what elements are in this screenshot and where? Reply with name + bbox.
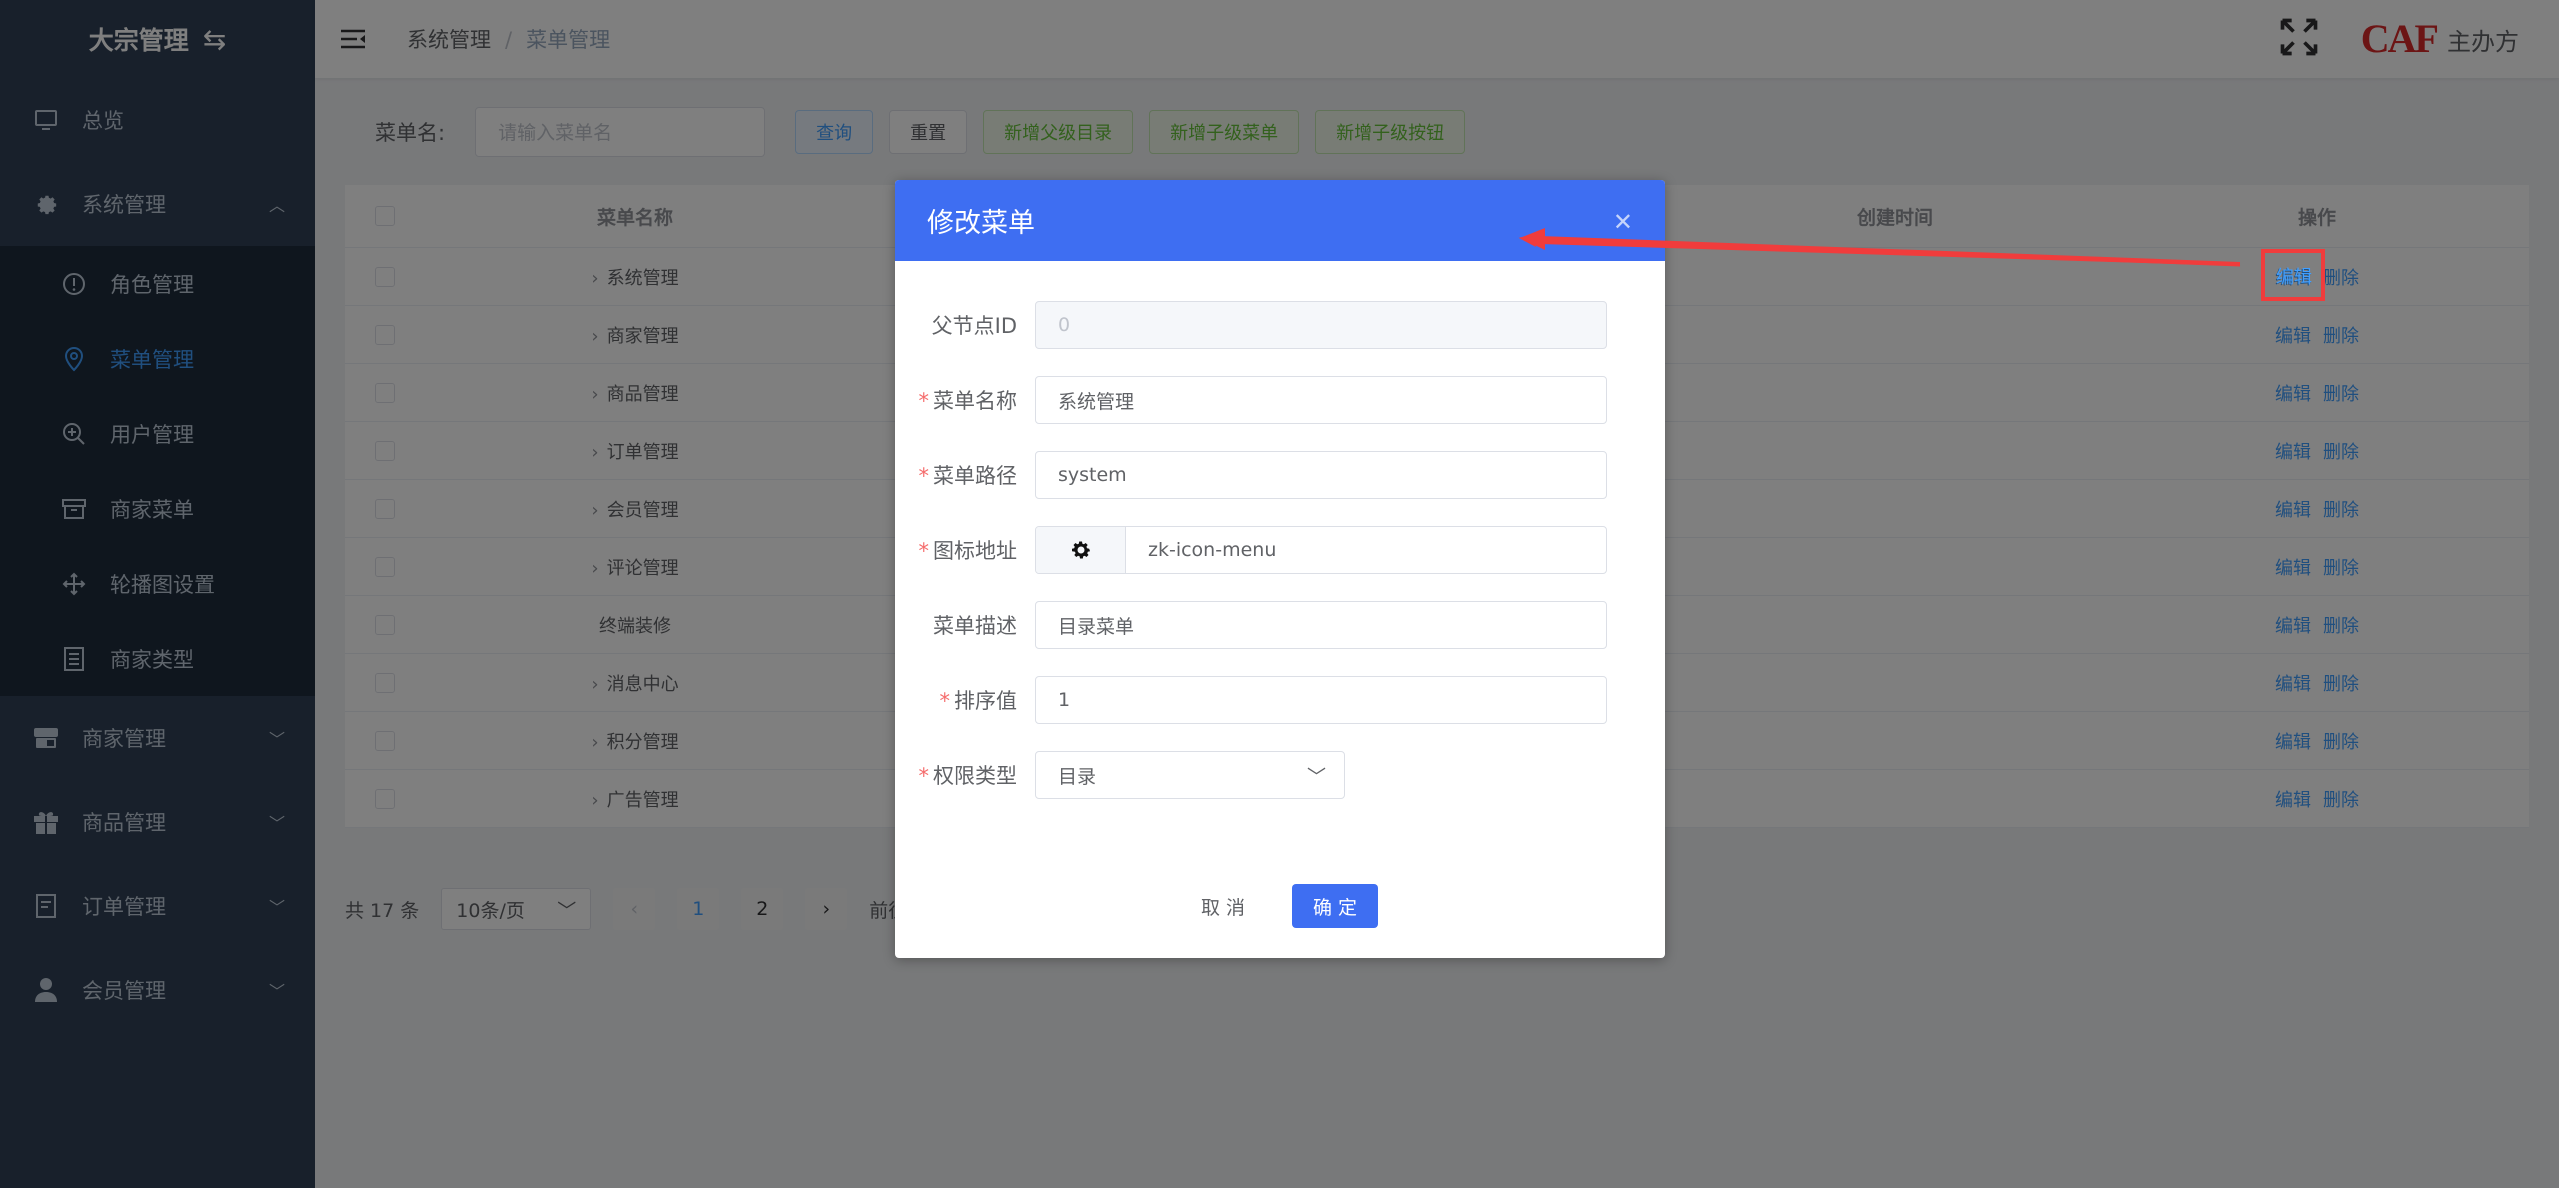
annotation-arrow <box>1518 228 2241 267</box>
